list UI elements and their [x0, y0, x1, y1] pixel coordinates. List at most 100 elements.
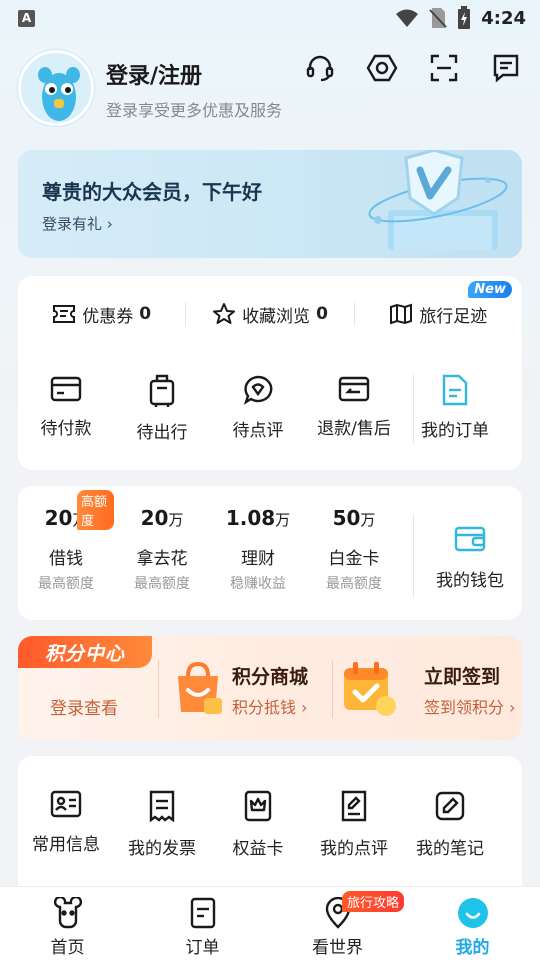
- check-in-button[interactable]: 立即签到 签到领积分 ›: [340, 658, 522, 722]
- points-mall-button[interactable]: 积分商城 积分抵钱 ›: [168, 658, 338, 722]
- favorites-count: 0: [316, 304, 328, 324]
- review-bubble-icon: [243, 375, 273, 405]
- platinum-label: 白金卡: [328, 549, 380, 569]
- benefit-card-label: 权益卡: [232, 839, 284, 859]
- pending-review-label: 待点评: [232, 421, 284, 441]
- scan-icon[interactable]: [428, 52, 460, 84]
- wealth-item[interactable]: 1.08万 理财 稳赚收益: [210, 506, 306, 606]
- my-orders-label: 我的订单: [421, 421, 489, 441]
- wallet-card: 高额度 20万 借钱 最高额度 20万 拿去花 最高额度 1.08万 理财 稳赚…: [18, 486, 522, 620]
- favorites-stat[interactable]: 收藏浏览 0: [186, 302, 353, 327]
- borrow-sub: 最高额度: [38, 576, 94, 592]
- platinum-sub: 最高额度: [326, 576, 382, 592]
- coupons-stat[interactable]: 优惠券 0: [18, 302, 185, 327]
- points-center: 积分中心 登录查看 积分商城 积分抵钱 › 立即签到 签到领积分 ›: [18, 636, 522, 740]
- favorites-label: 收藏浏览: [242, 306, 311, 327]
- bnpl-unit: 万: [168, 511, 184, 529]
- settings-icon[interactable]: [366, 52, 398, 84]
- login-gift-link[interactable]: 登录有礼 ›: [42, 213, 113, 234]
- bnpl-label: 拿去花: [136, 549, 188, 569]
- wealth-label: 理财: [241, 549, 275, 569]
- wallet-icon: [454, 526, 486, 552]
- check-in-title: 立即签到: [424, 666, 501, 688]
- points-login-link[interactable]: 登录查看: [50, 694, 118, 719]
- calendar-check-icon: [344, 662, 396, 716]
- pending-review-button[interactable]: 待点评: [210, 374, 306, 454]
- luggage-icon: [149, 374, 175, 407]
- wealth-value: 1.08: [225, 506, 276, 530]
- benefit-card-button[interactable]: 权益卡: [210, 790, 306, 859]
- bottom-tab-bar: 首页 订单 旅行攻略 看世界 我的: [0, 886, 540, 960]
- tab-orders[interactable]: 订单: [135, 887, 270, 960]
- profile-header: 登录/注册 登录享受更多优惠及服务: [18, 50, 522, 128]
- status-bar: A 4:24: [0, 0, 540, 36]
- platinum-card-item[interactable]: 50万 白金卡 最高额度: [306, 506, 402, 606]
- orders-card: 优惠券 0 收藏浏览 0 旅行足迹 New 待付款 待出行 待点评 退款/售后 …: [18, 276, 522, 470]
- app-notification-icon: A: [18, 9, 35, 27]
- clock: 4:24: [481, 7, 526, 29]
- bnpl-value: 20: [140, 506, 169, 530]
- borrow-item[interactable]: 高额度 20万 借钱 最高额度: [18, 490, 114, 606]
- note-pen-icon: [435, 791, 465, 821]
- my-reviews-label: 我的点评: [320, 839, 388, 859]
- travel-footprint-label: 旅行足迹: [419, 306, 488, 327]
- tab-orders-label: 订单: [185, 938, 220, 958]
- no-sim-icon: [429, 8, 447, 28]
- platinum-value: 50: [332, 506, 361, 530]
- login-benefit-text: 登录享受更多优惠及服务: [106, 101, 283, 120]
- refund-label: 退款/售后: [317, 419, 391, 439]
- mascot-home-icon: [53, 897, 82, 929]
- my-invoices-button[interactable]: 我的发票: [114, 790, 210, 859]
- order-document-icon: [442, 374, 468, 406]
- travel-guide-badge: 旅行攻略: [342, 891, 405, 912]
- wealth-unit: 万: [275, 511, 291, 529]
- check-in-sub: 签到领积分 ›: [424, 698, 516, 717]
- refund-button[interactable]: 退款/售后: [306, 374, 402, 454]
- new-badge: New: [468, 281, 512, 298]
- points-center-tag: 积分中心: [18, 636, 152, 668]
- coupon-icon: [53, 305, 76, 323]
- tab-explore[interactable]: 旅行攻略 看世界: [270, 887, 405, 960]
- my-wallet-button[interactable]: 我的钱包: [418, 506, 522, 591]
- message-icon[interactable]: [490, 52, 522, 84]
- customer-service-icon[interactable]: [304, 52, 336, 84]
- star-icon: [213, 303, 236, 324]
- smile-face-icon: [457, 898, 488, 928]
- personal-info-label: 常用信息: [32, 835, 100, 855]
- borrow-label: 借钱: [49, 549, 83, 569]
- wealth-sub: 稳赚收益: [230, 576, 286, 592]
- tab-home-label: 首页: [50, 938, 85, 958]
- bnpl-sub: 最高额度: [134, 576, 190, 592]
- vip-shield-icon: [368, 150, 508, 250]
- buy-now-pay-later-item[interactable]: 20万 拿去花 最高额度: [114, 506, 210, 606]
- membership-banner[interactable]: 尊贵的大众会员，下午好 登录有礼 ›: [18, 150, 522, 258]
- my-invoices-label: 我的发票: [128, 839, 196, 859]
- borrow-value: 20: [44, 506, 73, 530]
- my-orders-button[interactable]: 我的订单: [402, 374, 508, 454]
- order-list-icon: [190, 897, 215, 929]
- tab-mine[interactable]: 我的: [405, 887, 540, 960]
- map-book-icon: [390, 303, 413, 325]
- my-reviews-button[interactable]: 我的点评: [306, 790, 402, 859]
- membership-greeting: 尊贵的大众会员，下午好: [42, 180, 262, 204]
- wallet-card-icon: [50, 376, 82, 402]
- pending-travel-label: 待出行: [136, 423, 188, 443]
- my-notes-button[interactable]: 我的笔记: [402, 790, 498, 859]
- points-mall-title: 积分商城: [232, 666, 309, 688]
- pending-payment-button[interactable]: 待付款: [18, 374, 114, 454]
- coupons-label: 优惠券: [82, 306, 134, 327]
- high-limit-badge: 高额度: [77, 490, 114, 530]
- my-wallet-label: 我的钱包: [436, 571, 504, 591]
- pending-travel-button[interactable]: 待出行: [114, 374, 210, 454]
- avatar[interactable]: [18, 50, 94, 126]
- divider: [158, 660, 159, 718]
- divider: [332, 660, 333, 718]
- login-register-link[interactable]: 登录/注册: [106, 58, 202, 90]
- shopping-bag-icon: [178, 661, 222, 714]
- tab-explore-label: 看世界: [312, 938, 363, 958]
- travel-footprint-stat[interactable]: 旅行足迹: [355, 302, 522, 327]
- tab-home[interactable]: 首页: [0, 887, 135, 960]
- personal-info-button[interactable]: 常用信息: [18, 790, 114, 859]
- battery-charging-icon: [458, 6, 471, 29]
- platinum-unit: 万: [360, 511, 376, 529]
